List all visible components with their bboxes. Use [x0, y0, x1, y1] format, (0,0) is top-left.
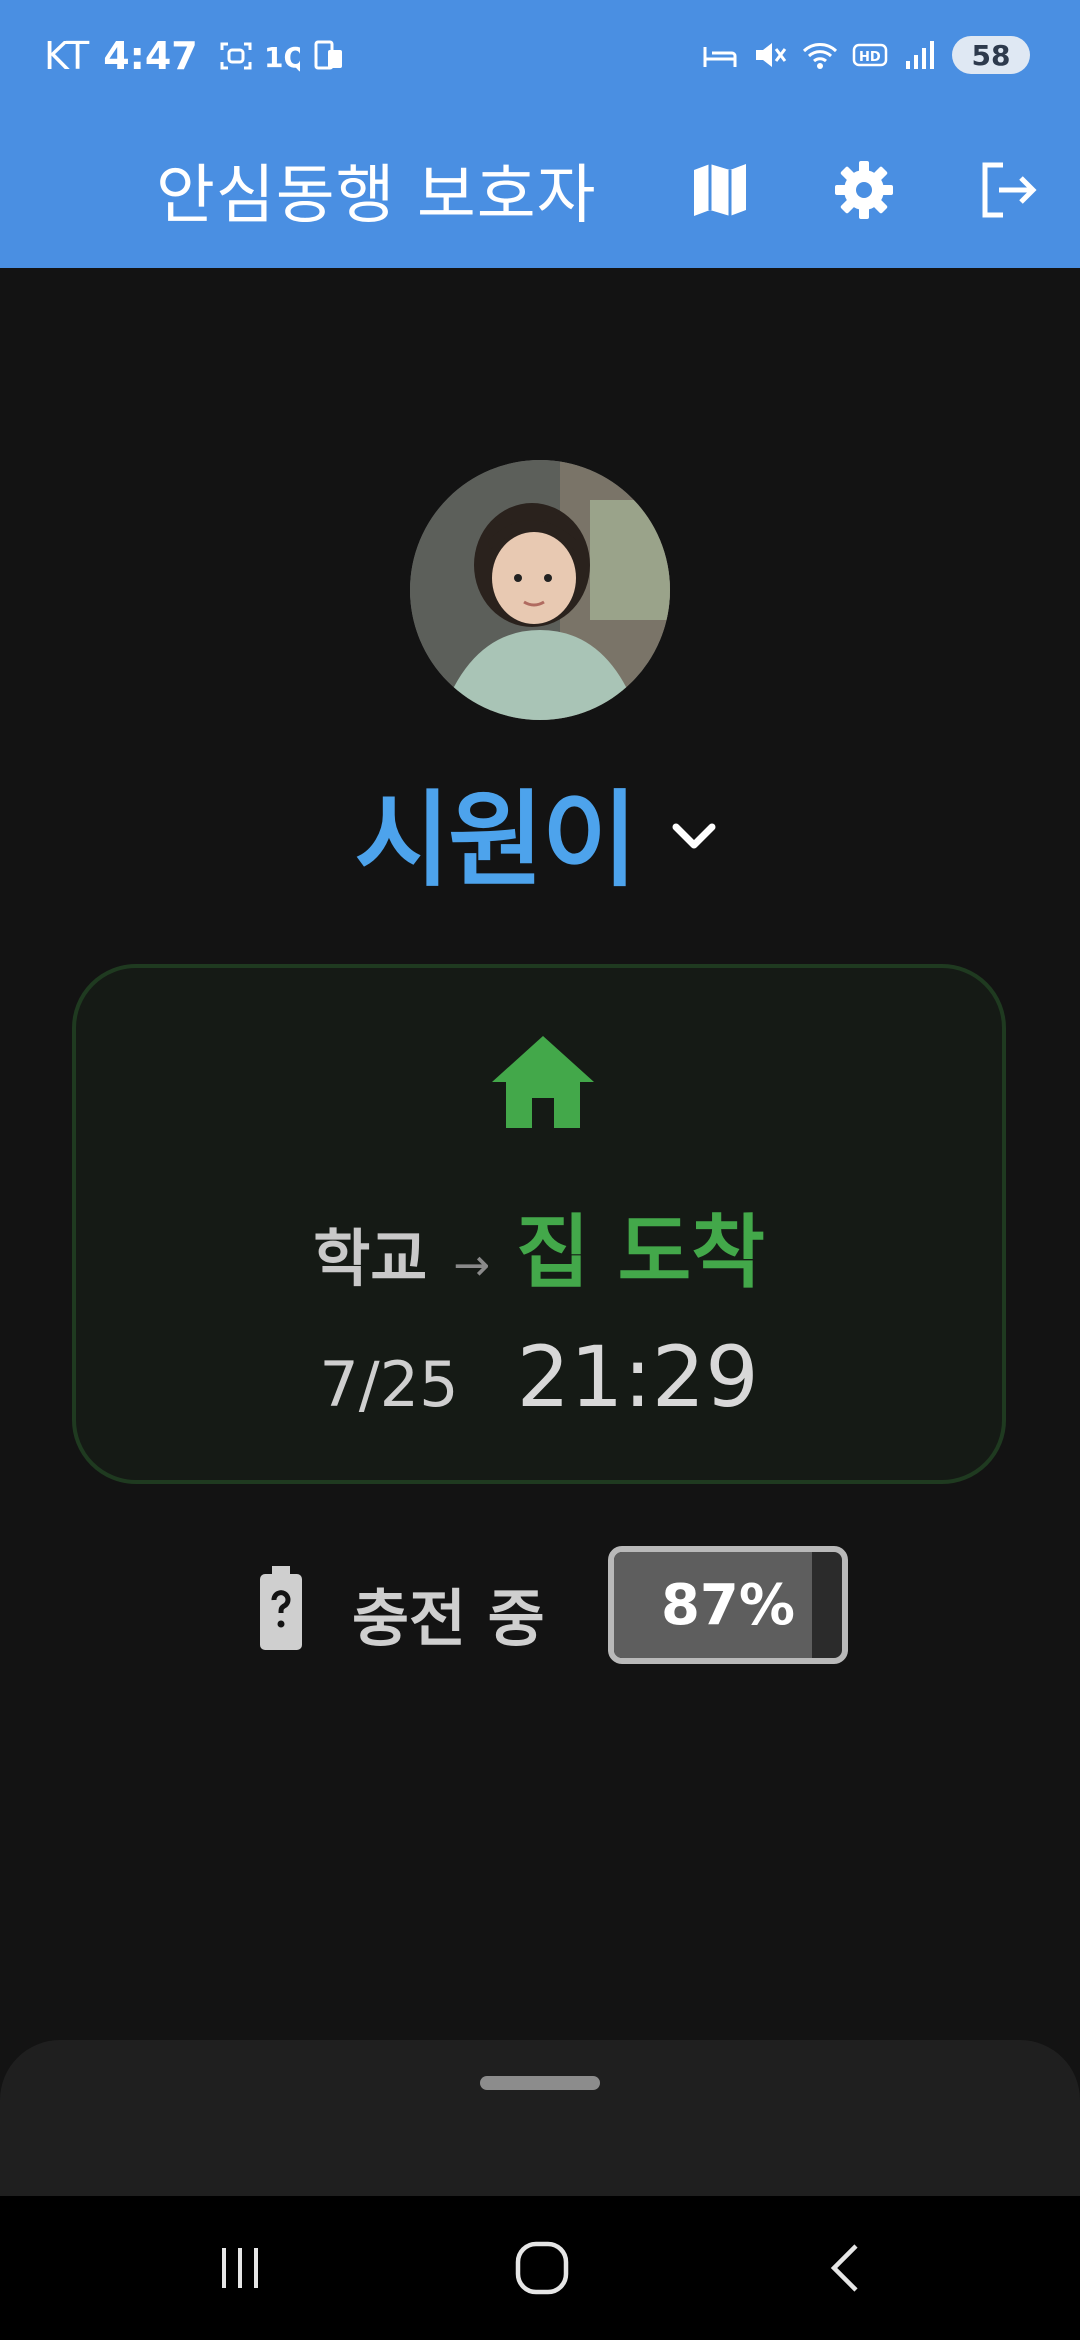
child-name: 시원이 [354, 778, 637, 901]
route-to: 집 도착 [516, 1206, 765, 1299]
route-from: 학교 [313, 1222, 428, 1295]
signal-icon [906, 41, 934, 69]
home-button[interactable] [502, 2232, 582, 2304]
recents-button[interactable] [200, 2232, 280, 2304]
app-header: KT 4:47 1Q HD 58 안심동행 보호자 [0, 0, 1080, 268]
map-icon [694, 164, 746, 216]
app-bar: 안심동행 보호자 [0, 116, 1080, 268]
chevron-down-icon[interactable] [662, 805, 726, 869]
settings-button[interactable] [822, 148, 906, 232]
charging-status-label: 충전 중 [352, 1582, 545, 1655]
page-title: 안심동행 보호자 [156, 159, 597, 233]
avatar[interactable] [410, 460, 670, 720]
device-icon [314, 40, 342, 70]
system-nav-bar [0, 2196, 1080, 2340]
arrival-time: 7/25 21:29 [76, 1328, 1002, 1426]
face-scan-icon [220, 42, 252, 70]
gear-icon [835, 161, 893, 219]
arrival-clock: 21:29 [516, 1328, 759, 1426]
battery-level-indicator: 87% [608, 1546, 848, 1664]
clock: 4:47 [103, 34, 198, 78]
home-button-icon [515, 2241, 569, 2295]
recents-icon [222, 2248, 258, 2288]
arrival-date: 7/25 [319, 1348, 459, 1421]
status-right: HD 58 [702, 36, 1030, 74]
route-arrow: → [453, 1240, 491, 1291]
battery-unknown-icon [260, 1566, 302, 1650]
map-button[interactable] [678, 148, 762, 232]
bed-icon [703, 47, 737, 67]
hd-icon: HD [852, 43, 888, 67]
drag-handle[interactable] [480, 2076, 600, 2090]
child-selector[interactable]: 시원이 [0, 770, 1080, 901]
home-icon [492, 1036, 594, 1128]
status-card: 학교 → 집 도착 7/25 21:29 [72, 964, 1006, 1484]
svg-text:HD: HD [859, 50, 881, 65]
child-photo [410, 460, 670, 720]
status-left: KT 4:47 1Q [44, 34, 346, 78]
logout-button[interactable] [966, 148, 1050, 232]
back-button[interactable] [806, 2232, 886, 2304]
carrier-label: KT [44, 34, 90, 78]
battery-status-badge: 58 [952, 36, 1030, 74]
svg-text:1Q: 1Q [264, 41, 300, 74]
wifi-icon [802, 43, 838, 69]
route-status: 학교 → 집 도착 [76, 1188, 1002, 1304]
status-bar: KT 4:47 1Q HD 58 [0, 0, 1080, 116]
back-icon [830, 2244, 858, 2292]
mute-icon [756, 43, 787, 67]
battery-percent: 87% [660, 1572, 796, 1638]
status-icons-left: 1Q [218, 38, 346, 74]
1q-icon: 1Q [264, 41, 300, 74]
device-battery-row: 충전 중 87% [0, 1546, 1080, 1670]
logout-icon [982, 162, 1037, 218]
